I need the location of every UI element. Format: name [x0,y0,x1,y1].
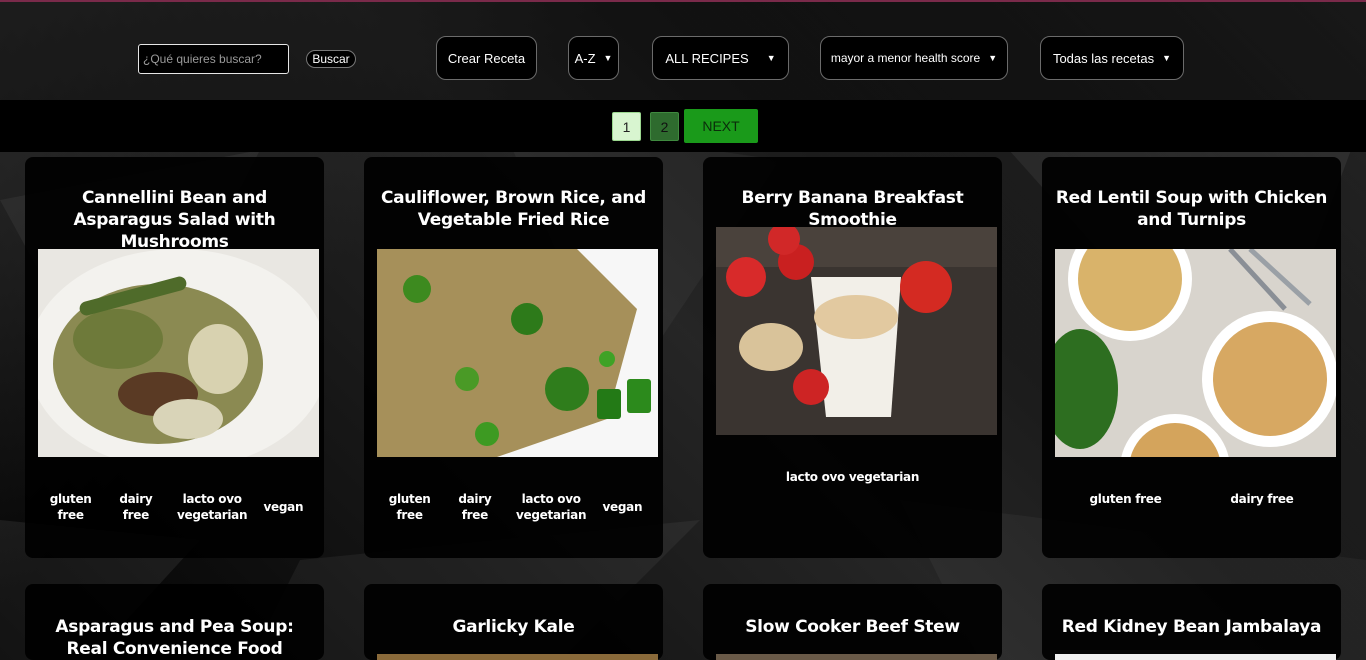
diet-filter-value: Todas las recetas [1052,50,1155,66]
recipe-image [377,249,658,457]
diet-tag: lacto ovo vegetarian [785,470,920,484]
recipe-title: Slow Cooker Beef Stew [745,617,960,637]
recipe-card[interactable]: Cannellini Bean and Asparagus Salad with… [25,157,324,558]
recipe-card[interactable]: Red Lentil Soup with Chicken and Turnips… [1042,157,1341,558]
diet-filter-select[interactable]: Todas las recetas ▼ [1040,36,1184,80]
diet-tag: gluten free [49,492,92,522]
recipes-filter-value: ALL RECIPES [665,50,749,66]
recipe-card[interactable]: Red Kidney Bean Jambalaya [1042,584,1341,660]
recipe-card[interactable]: Cauliflower, Brown Rice, and Vegetable F… [364,157,663,558]
diet-list: lacto ovo vegetarian [716,469,989,485]
diet-tag: vegan [602,500,643,514]
diet-list: gluten free dairy free [1055,491,1328,507]
navbar: Buscar Crear Receta A-Z ▼ ALL RECIPES ▼ ma… [0,2,1366,100]
diet-tag: dairy free [1230,492,1294,506]
diet-tag: vegan [263,500,304,514]
health-sort-select[interactable]: mayor a menor health score ▼ [820,36,1008,80]
search-input[interactable] [138,44,289,74]
chevron-down-icon: ▼ [988,53,998,63]
recipe-card[interactable]: Asparagus and Pea Soup: Real Convenience… [25,584,324,660]
recipe-card[interactable]: Berry Banana Breakfast Smoothie lacto ov… [703,157,1002,558]
recipe-image [1055,654,1336,660]
page-2-button[interactable]: 2 [650,112,679,141]
diet-tag: dairy free [119,492,153,522]
recipe-image [38,249,319,457]
chevron-down-icon: ▼ [603,53,613,63]
recipe-title: Garlicky Kale [452,617,575,637]
diet-tag: lacto ovo vegetarian [516,492,587,522]
chevron-down-icon: ▼ [766,53,776,63]
next-button[interactable]: NEXT [684,109,758,143]
recipe-image [377,654,658,660]
pagination: 1 2 NEXT [0,100,1366,152]
recipe-image [1055,249,1336,457]
sort-alpha-select[interactable]: A-Z ▼ [568,36,619,80]
diet-list: gluten free dairy free lacto ovo vegetar… [38,491,311,523]
recipe-card[interactable]: Slow Cooker Beef Stew [703,584,1002,660]
diet-tag: gluten free [388,492,431,522]
create-recipe-label: Crear Receta [447,50,526,66]
recipe-title: Cauliflower, Brown Rice, and Vegetable F… [380,188,647,230]
recipe-title: Red Lentil Soup with Chicken and Turnips [1055,188,1328,230]
recipe-image [716,227,997,435]
recipe-title: Red Kidney Bean Jambalaya [1061,617,1322,637]
recipe-card[interactable]: Garlicky Kale [364,584,663,660]
sort-alpha-value: A-Z [574,50,596,66]
diet-tag: dairy free [458,492,492,522]
health-sort-value: mayor a menor health score [830,51,981,65]
search-button[interactable]: Buscar [306,50,356,68]
diet-tag: lacto ovo vegetarian [177,492,248,522]
page-1-button[interactable]: 1 [612,112,641,141]
recipe-title: Cannellini Bean and Asparagus Salad with… [73,188,276,252]
chevron-down-icon: ▼ [1162,53,1172,63]
recipe-image [716,654,997,660]
diet-list: gluten free dairy free lacto ovo vegetar… [377,491,650,523]
recipes-filter-select[interactable]: ALL RECIPES ▼ [652,36,789,80]
recipe-title: Berry Banana Breakfast Smoothie [741,188,964,230]
recipe-title: Asparagus and Pea Soup: Real Convenience… [55,617,294,659]
diet-tag: gluten free [1089,492,1162,506]
create-recipe-button[interactable]: Crear Receta [436,36,537,80]
